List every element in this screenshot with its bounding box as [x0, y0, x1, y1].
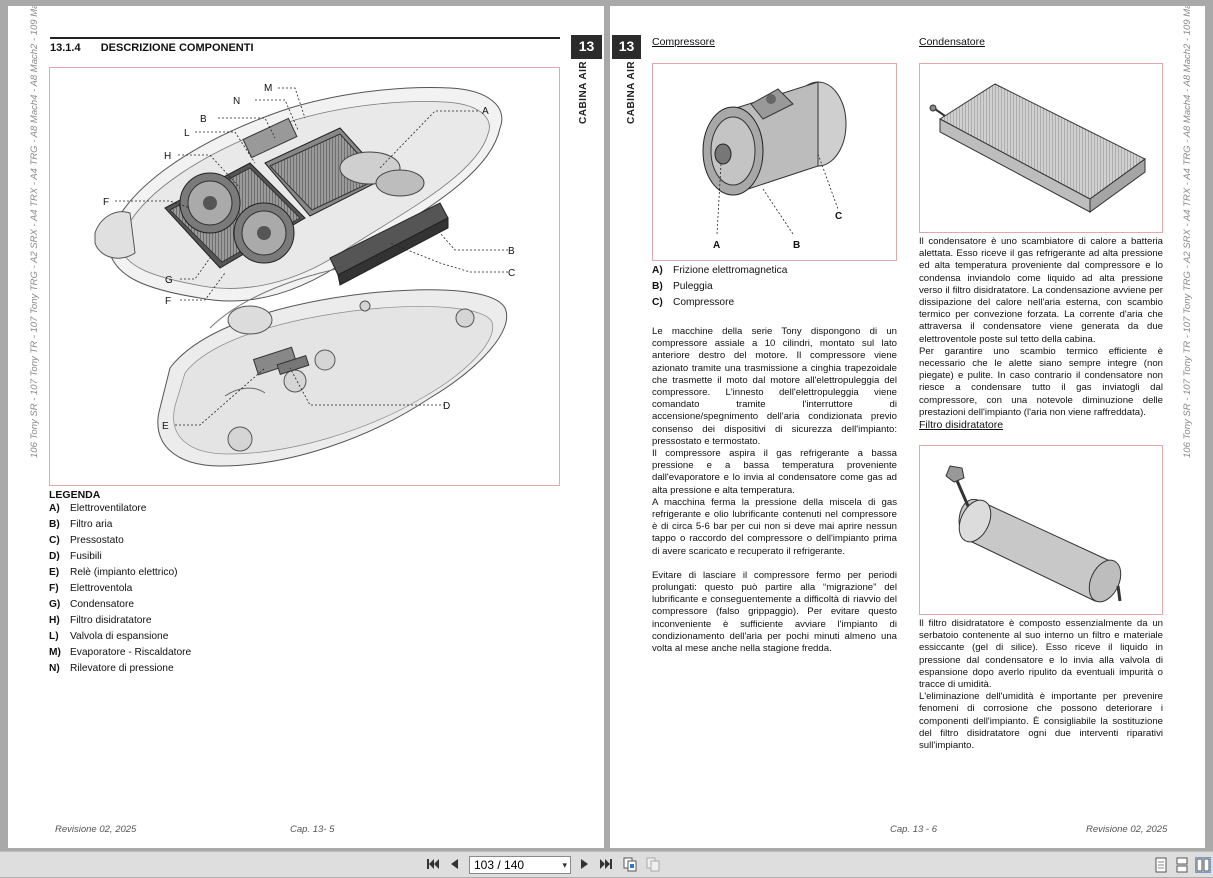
drier-filter-illustration [945, 465, 1122, 603]
compressore-paragraph: Le macchine della serie Tony dispongono … [652, 326, 897, 447]
chapter-tab-number: 13 [571, 35, 602, 59]
comp-fig-label-c: C [835, 211, 842, 222]
parts-item: B) Puleggia [652, 281, 713, 292]
page-number-value: 103 / 140 [474, 858, 525, 872]
footer-page-number: Cap. 13- 5 [290, 824, 335, 835]
fig-label-b-right: B [508, 246, 515, 257]
filtro-title: Filtro disidratatore [919, 419, 1004, 431]
legend-item: B) Filtro aria [49, 519, 113, 530]
chapter-tab-label: CABINA AIR [626, 60, 637, 124]
fig-label-d: D [443, 401, 450, 412]
legenda-title: LEGENDA [49, 489, 101, 501]
legend-item: E) Relè (impianto elettrico) [49, 567, 178, 578]
fig-label-e: E [162, 421, 169, 432]
chapter-tab-number: 13 [612, 35, 641, 59]
last-page-icon[interactable] [598, 857, 614, 873]
parts-item: C) Compressore [652, 297, 735, 308]
fig-label-h: H [164, 151, 171, 162]
compressore-paragraph: Il compressore aspira il gas refrigerant… [652, 448, 897, 496]
compressor-illustration: A B C [702, 81, 847, 251]
left-page: 106 Tony SR - 107 Tony TR - 107 Tony TRG… [8, 6, 604, 848]
footer-revision: Revisione 02, 2025 [55, 824, 137, 835]
continuous-view-icon[interactable] [1175, 857, 1191, 873]
compressore-parts-list: A) Frizione elettromagnetica B) Puleggia C… [652, 265, 787, 313]
filtro-description: Il filtro disidratatore è composto essen… [919, 618, 1163, 752]
chapter-tab-label: CABINA AIR [578, 60, 589, 124]
page-number-select[interactable]: 103 / 140 ▾ [469, 856, 571, 874]
legend-item: D) Fusibili [49, 551, 102, 562]
fig-label-c: C [508, 268, 515, 279]
legend-list: A) Elettroventilatore B) Filtro aria C) Pre… [49, 503, 191, 679]
copy-page-icon[interactable] [622, 857, 638, 873]
fig-label-l: L [184, 128, 190, 139]
condensatore-paragraph: Il condensatore è uno scambiatore di cal… [919, 236, 1163, 345]
fig-label-f-bottom: F [165, 296, 171, 307]
fig-label-a: A [482, 106, 489, 117]
condenser-illustration [929, 83, 1146, 213]
filtro-paragraph: L'eliminazione dell'umidità è importante… [919, 691, 1163, 752]
fig-label-n: N [233, 96, 240, 107]
parts-item: A) Frizione elettromagnetica [652, 265, 788, 276]
model-list-side-text: 106 Tony SR - 107 Tony TR - 107 Tony TRG… [1182, 6, 1193, 458]
comp-fig-label-a: A [713, 240, 720, 251]
fig-label-b-left: B [200, 114, 207, 125]
legend-item: H) Filtro disidratatore [49, 615, 152, 626]
filtro-paragraph: Il filtro disidratatore è composto essen… [919, 618, 1163, 691]
compressore-title: Compressore [652, 36, 716, 48]
condensatore-paragraph: Per garantire uno scambio termico effici… [919, 345, 1163, 418]
fig-label-f-top: F [103, 197, 109, 208]
comp-fig-label-b: B [793, 240, 800, 251]
legend-item: G) Condensatore [49, 599, 135, 610]
filtro-figure [919, 445, 1163, 615]
single-page-view-icon[interactable] [1154, 857, 1170, 873]
viewer-toolbar: 103 / 140 ▾ [0, 851, 1213, 877]
legend-item: A) Elettroventilatore [49, 503, 147, 514]
legend-item: F) Elettroventola [49, 583, 133, 594]
fig-label-g: G [165, 275, 173, 286]
condensatore-title: Condensatore [919, 36, 985, 48]
compressore-paragraph: A macchina ferma la pressione della misc… [652, 496, 897, 557]
chevron-down-icon: ▾ [562, 860, 567, 870]
section-number: 13.1.4 [50, 42, 81, 54]
condensatore-description: Il condensatore è uno scambiatore di cal… [919, 236, 1163, 419]
legend-item: N) Rilevatore di pressione [49, 663, 174, 674]
legend-item: C) Pressostato [49, 535, 124, 546]
section-title: DESCRIZIONE COMPONENTI [100, 42, 254, 54]
next-page-icon[interactable] [578, 857, 592, 873]
model-list-side-text: 106 Tony SR - 107 Tony TR - 107 Tony TRG… [29, 6, 40, 458]
section-rule [50, 37, 560, 39]
right-page: 13 CABINA AIR 106 Tony SR - 107 Tony TR … [610, 6, 1205, 848]
compressore-description: Le macchine della serie Tony dispongono … [652, 326, 897, 655]
pdf-viewer: 106 Tony SR - 107 Tony TR - 107 Tony TRG… [0, 0, 1213, 877]
fig-label-m: M [264, 83, 272, 94]
cabin-roof-illustration: A B C D E F F G H L B N M [94, 83, 515, 467]
paste-page-icon[interactable] [645, 857, 661, 873]
first-page-icon[interactable] [425, 857, 441, 873]
legend-item: L) Valvola di espansione [49, 631, 169, 642]
footer-revision: Revisione 02, 2025 [1086, 824, 1168, 835]
two-page-view-icon[interactable] [1195, 857, 1211, 873]
section-heading: 13.1.4 DESCRIZIONE COMPONENTI [50, 42, 254, 54]
legend-item: M) Evaporatore - Riscaldatore [49, 647, 192, 658]
footer-page-number: Cap. 13 - 6 [890, 824, 937, 835]
prev-page-icon[interactable] [447, 857, 461, 873]
compressore-paragraph: Evitare di lasciare il compressore fermo… [652, 569, 897, 655]
cabin-air-components-figure: A B C D E F F G H L B N M [49, 67, 560, 486]
condensatore-figure [919, 63, 1163, 233]
compressore-figure: A B C [652, 63, 897, 261]
